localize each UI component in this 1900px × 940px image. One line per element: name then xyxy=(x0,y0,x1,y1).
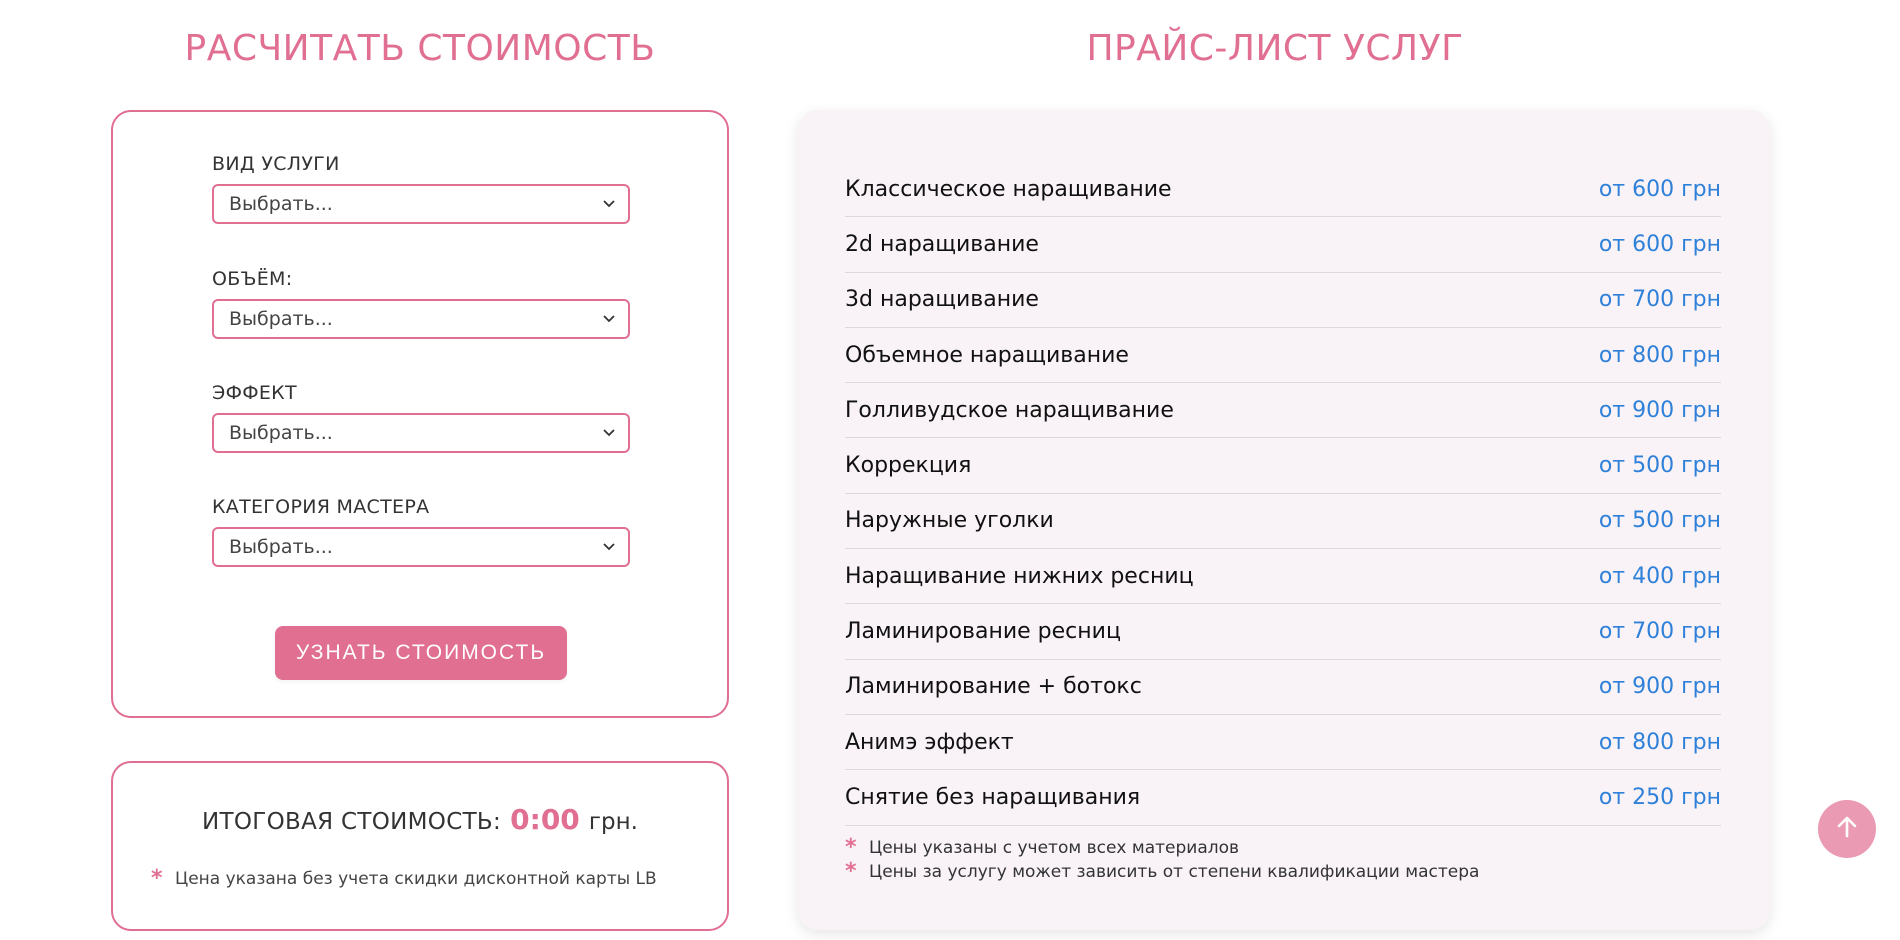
service-type-select[interactable]: Выбрать... xyxy=(212,184,630,224)
service-price: от 700 грн xyxy=(1598,619,1721,645)
master-category-value: Выбрать... xyxy=(229,536,333,558)
chevron-down-icon xyxy=(602,197,616,211)
chevron-down-icon xyxy=(602,540,616,554)
discount-note: * Цена указана без учета скидки дисконтн… xyxy=(151,866,657,891)
service-price: от 500 грн xyxy=(1598,453,1721,479)
service-name: Коррекция xyxy=(845,453,972,479)
total-amount: 0:00 xyxy=(510,803,580,836)
calculate-price-button[interactable]: УЗНАТЬ СТОИМОСТЬ xyxy=(275,626,567,680)
calculator-form: ВИД УСЛУГИ Выбрать... ОБЪЁМ: Выбрать... … xyxy=(111,110,729,718)
price-row: Ламинирование + ботокс от 900 грн xyxy=(845,660,1721,715)
price-row: Голливудское наращивание от 900 грн xyxy=(845,383,1721,439)
price-list-title: ПРАЙС-ЛИСТ УСЛУГ xyxy=(1086,28,1464,69)
asterisk-icon: * xyxy=(151,866,163,891)
price-notes: * Цены указаны с учетом всех материалов … xyxy=(845,836,1479,884)
price-note: * Цены указаны с учетом всех материалов xyxy=(845,836,1479,860)
service-type-value: Выбрать... xyxy=(229,193,333,215)
calculator-title: РАСЧИТАТЬ СТОИМОСТЬ xyxy=(184,28,656,69)
service-name: Ламинирование ресниц xyxy=(845,619,1121,645)
volume-value: Выбрать... xyxy=(229,308,333,330)
service-price: от 250 грн xyxy=(1598,784,1721,810)
price-row: Ламинирование ресниц от 700 грн xyxy=(845,604,1721,660)
price-list: Классическое наращивание от 600 грн 2d н… xyxy=(845,162,1721,826)
total-card: ИТОГОВАЯ СТОИМОСТЬ: 0:00 грн. * Цена ука… xyxy=(111,761,729,931)
price-row: Наращивание нижних ресниц от 400 грн xyxy=(845,549,1721,605)
page: РАСЧИТАТЬ СТОИМОСТЬ ПРАЙС-ЛИСТ УСЛУГ ВИД… xyxy=(0,0,1900,940)
price-note-text: Цены указаны с учетом всех материалов xyxy=(869,838,1240,858)
service-name: 3d наращивание xyxy=(845,287,1039,313)
price-row: 3d наращивание от 700 грн xyxy=(845,273,1721,328)
price-row: Объемное наращивание от 800 грн xyxy=(845,328,1721,384)
service-price: от 600 грн xyxy=(1598,176,1721,202)
master-category-field: КАТЕГОРИЯ МАСТЕРА Выбрать... xyxy=(212,495,632,567)
price-list-card: Классическое наращивание от 600 грн 2d н… xyxy=(798,110,1770,930)
price-note-text: Цены за услугу может зависить от степени… xyxy=(869,862,1480,882)
price-row: Классическое наращивание от 600 грн xyxy=(845,162,1721,218)
service-name: Классическое наращивание xyxy=(845,176,1172,202)
price-row: Коррекция от 500 грн xyxy=(845,438,1721,494)
service-name: Ламинирование + ботокс xyxy=(845,674,1142,700)
service-price: от 600 грн xyxy=(1598,231,1721,257)
service-type-label: ВИД УСЛУГИ xyxy=(212,153,340,175)
total-label: ИТОГОВАЯ СТОИМОСТЬ: xyxy=(202,809,502,835)
service-price: от 900 грн xyxy=(1598,397,1721,423)
service-name: Наращивание нижних ресниц xyxy=(845,563,1194,589)
price-row: Снятие без наращивания от 250 грн xyxy=(845,770,1721,826)
asterisk-icon: * xyxy=(845,859,857,884)
service-type-field: ВИД УСЛУГИ Выбрать... xyxy=(212,152,632,224)
service-price: от 800 грн xyxy=(1598,729,1721,755)
master-category-label: КАТЕГОРИЯ МАСТЕРА xyxy=(212,496,430,518)
discount-note-text: Цена указана без учета скидки дисконтной… xyxy=(175,869,657,889)
price-row: Анимэ эффект от 800 грн xyxy=(845,715,1721,771)
master-category-select[interactable]: Выбрать... xyxy=(212,527,630,567)
volume-field: ОБЪЁМ: Выбрать... xyxy=(212,267,632,339)
chevron-down-icon xyxy=(602,426,616,440)
service-price: от 700 грн xyxy=(1598,287,1721,313)
arrow-up-icon xyxy=(1836,815,1858,843)
effect-select[interactable]: Выбрать... xyxy=(212,413,630,453)
price-row: 2d наращивание от 600 грн xyxy=(845,217,1721,273)
scroll-to-top-button[interactable] xyxy=(1818,800,1876,858)
effect-label: ЭФФЕКТ xyxy=(212,382,297,404)
volume-select[interactable]: Выбрать... xyxy=(212,299,630,339)
service-name: 2d наращивание xyxy=(845,231,1039,257)
effect-field: ЭФФЕКТ Выбрать... xyxy=(212,381,632,453)
total-line: ИТОГОВАЯ СТОИМОСТЬ: 0:00 грн. xyxy=(113,803,727,836)
service-name: Наружные уголки xyxy=(845,508,1054,534)
service-price: от 500 грн xyxy=(1598,508,1721,534)
service-name: Снятие без наращивания xyxy=(845,784,1141,810)
total-unit: грн. xyxy=(588,809,638,835)
price-note: * Цены за услугу может зависить от степе… xyxy=(845,860,1479,884)
service-price: от 900 грн xyxy=(1598,674,1721,700)
service-name: Анимэ эффект xyxy=(845,729,1014,755)
effect-value: Выбрать... xyxy=(229,422,333,444)
service-name: Голливудское наращивание xyxy=(845,397,1174,423)
service-price: от 800 грн xyxy=(1598,342,1721,368)
asterisk-icon: * xyxy=(845,835,857,860)
service-name: Объемное наращивание xyxy=(845,342,1129,368)
chevron-down-icon xyxy=(602,312,616,326)
service-price: от 400 грн xyxy=(1598,563,1721,589)
volume-label: ОБЪЁМ: xyxy=(212,268,293,290)
price-row: Наружные уголки от 500 грн xyxy=(845,494,1721,550)
